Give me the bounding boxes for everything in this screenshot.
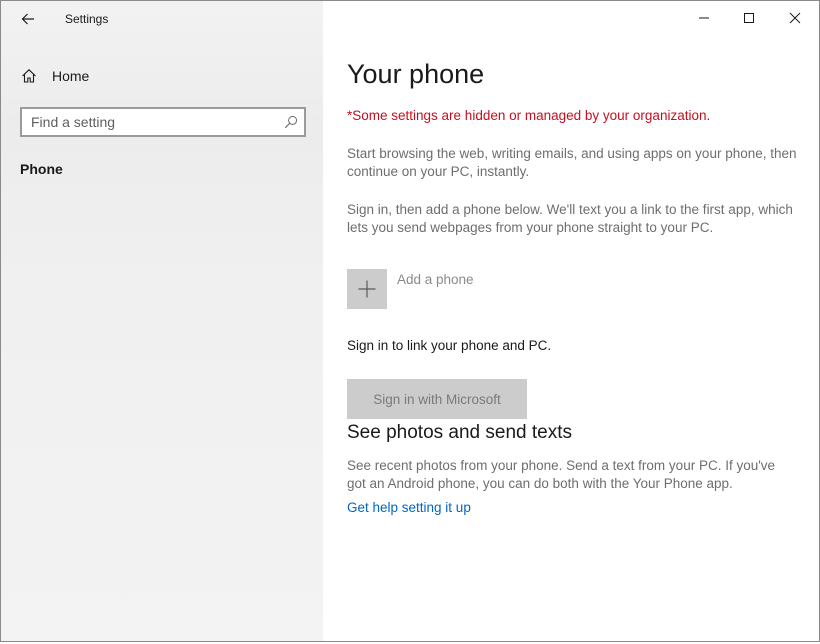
sidebar: Settings Home Phone xyxy=(1,1,323,641)
settings-window: Settings Home Phone xyxy=(0,0,820,642)
search-box[interactable] xyxy=(20,107,306,137)
sidebar-item-label: Home xyxy=(52,68,90,84)
sidebar-item-phone[interactable]: Phone xyxy=(1,157,323,183)
intro-text: Start browsing the web, writing emails, … xyxy=(347,146,797,179)
signin-prompt: Sign in to link your phone and PC. xyxy=(347,338,552,353)
add-phone-label: Add a phone xyxy=(397,272,474,287)
home-icon xyxy=(22,69,36,83)
sign-in-microsoft-button[interactable]: Sign in with Microsoft xyxy=(347,379,527,419)
get-help-link[interactable]: Get help setting it up xyxy=(347,500,471,515)
add-phone-tile xyxy=(347,269,387,309)
main-content: Your phone *Some settings are hidden or … xyxy=(324,1,819,641)
sidebar-item-label: Phone xyxy=(20,161,63,177)
search-input[interactable] xyxy=(31,113,271,131)
photos-section-description: See recent photos from your phone. Send … xyxy=(347,458,776,491)
page-title: Your phone xyxy=(347,59,485,89)
org-managed-notice: *Some settings are hidden or managed by … xyxy=(347,108,711,123)
plus-icon xyxy=(358,280,376,298)
back-arrow-icon xyxy=(21,13,34,25)
signin-intro-text: Sign in, then add a phone below. We'll t… xyxy=(347,202,793,235)
search-icon[interactable] xyxy=(284,115,298,129)
app-title: Settings xyxy=(65,12,109,26)
sidebar-item-home[interactable]: Home xyxy=(1,61,323,91)
add-phone-button[interactable]: Add a phone xyxy=(347,269,527,311)
back-button[interactable] xyxy=(13,5,43,33)
photos-section-title: See photos and send texts xyxy=(347,422,572,443)
